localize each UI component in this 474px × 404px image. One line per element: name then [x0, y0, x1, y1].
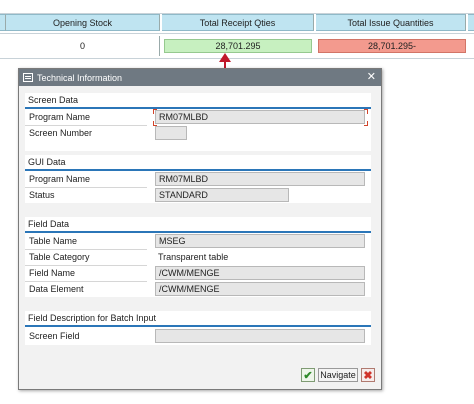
label-table-name: Table Name: [29, 236, 78, 246]
label-gui-program-name: Program Name: [29, 174, 91, 184]
selection-corner-tl: [153, 109, 157, 114]
label-table-category: Table Category: [29, 252, 90, 262]
technical-information-dialog: Technical Information ✕ Screen Data Prog…: [18, 68, 382, 390]
table-name-field[interactable]: MSEG: [155, 234, 365, 248]
table-row: 0 28,701.295 28,701.295-: [0, 36, 474, 56]
row-table-category: Table Category Transparent table: [25, 250, 371, 265]
group-batch-input: Field Description for Batch Input Screen…: [25, 311, 371, 345]
row-data-element: Data Element /CWM/MENGE: [25, 282, 371, 297]
group-divider: [25, 107, 371, 109]
close-icon[interactable]: ✕: [367, 70, 376, 83]
label-data-element: Data Element: [29, 284, 84, 294]
table-category-field: Transparent table: [158, 252, 229, 262]
table-border-bottom: [0, 58, 474, 59]
header-cell-edge-right: [468, 14, 474, 31]
row-screen-field: Screen Field: [25, 329, 371, 344]
group-divider: [25, 325, 371, 327]
program-name-field[interactable]: RM07MLBD: [155, 110, 365, 124]
header-opening-stock[interactable]: Opening Stock: [6, 14, 160, 31]
label-program-name: Program Name: [29, 112, 91, 122]
group-gui-data: GUI Data Program Name RM07MLBD Status ST…: [25, 155, 371, 203]
window-icon: [23, 73, 33, 82]
label-screen-field: Screen Field: [29, 331, 80, 341]
opening-stock-value[interactable]: 0: [6, 36, 160, 56]
ok-button[interactable]: ✔: [301, 368, 315, 382]
group-divider: [25, 169, 371, 171]
group-title-field-data: Field Data: [28, 219, 70, 229]
navigate-button[interactable]: Navigate: [318, 368, 358, 382]
group-screen-data: Screen Data Program Name RM07MLBD Screen…: [25, 93, 371, 151]
dialog-footer: ✔ Navigate ✖: [19, 365, 381, 389]
dialog-title: Technical Information: [37, 72, 123, 83]
checkmark-icon: ✔: [303, 369, 313, 382]
group-field-data: Field Data Table Name MSEG Table Categor…: [25, 217, 371, 297]
gui-program-name-field[interactable]: RM07MLBD: [155, 172, 365, 186]
status-field[interactable]: STANDARD: [155, 188, 289, 202]
row-status: Status STANDARD: [25, 188, 371, 203]
row-screen-number: Screen Number: [25, 126, 371, 141]
total-receipt-value[interactable]: 28,701.295: [164, 39, 312, 53]
label-status: Status: [29, 190, 55, 200]
table-header-row: Opening Stock Total Receipt Qties Total …: [0, 14, 474, 31]
label-field-name: Field Name: [29, 268, 76, 278]
table-divider: [0, 33, 474, 34]
header-total-receipt[interactable]: Total Receipt Qties: [162, 14, 314, 31]
dialog-titlebar[interactable]: Technical Information ✕: [19, 69, 381, 86]
cancel-x-icon: ✖: [363, 369, 373, 382]
group-title-screen-data: Screen Data: [28, 95, 79, 105]
group-divider: [25, 231, 371, 233]
row-program-name: Program Name RM07MLBD: [25, 109, 371, 126]
screen-number-field[interactable]: [155, 126, 187, 140]
group-title-gui-data: GUI Data: [28, 157, 66, 167]
field-name-field[interactable]: /CWM/MENGE: [155, 266, 365, 280]
data-element-field[interactable]: /CWM/MENGE: [155, 282, 365, 296]
total-issue-value[interactable]: 28,701.295-: [318, 39, 466, 53]
selection-corner-tr: [364, 109, 368, 114]
row-field-name: Field Name /CWM/MENGE: [25, 266, 371, 281]
cancel-button[interactable]: ✖: [361, 368, 375, 382]
label-screen-number: Screen Number: [29, 128, 93, 138]
row-table-name: Table Name MSEG: [25, 234, 371, 249]
row-gui-program-name: Program Name RM07MLBD: [25, 172, 371, 187]
header-total-issue[interactable]: Total Issue Quantities: [316, 14, 466, 31]
screen-field-field[interactable]: [155, 329, 365, 343]
group-title-batch-input: Field Description for Batch Input: [28, 313, 157, 323]
